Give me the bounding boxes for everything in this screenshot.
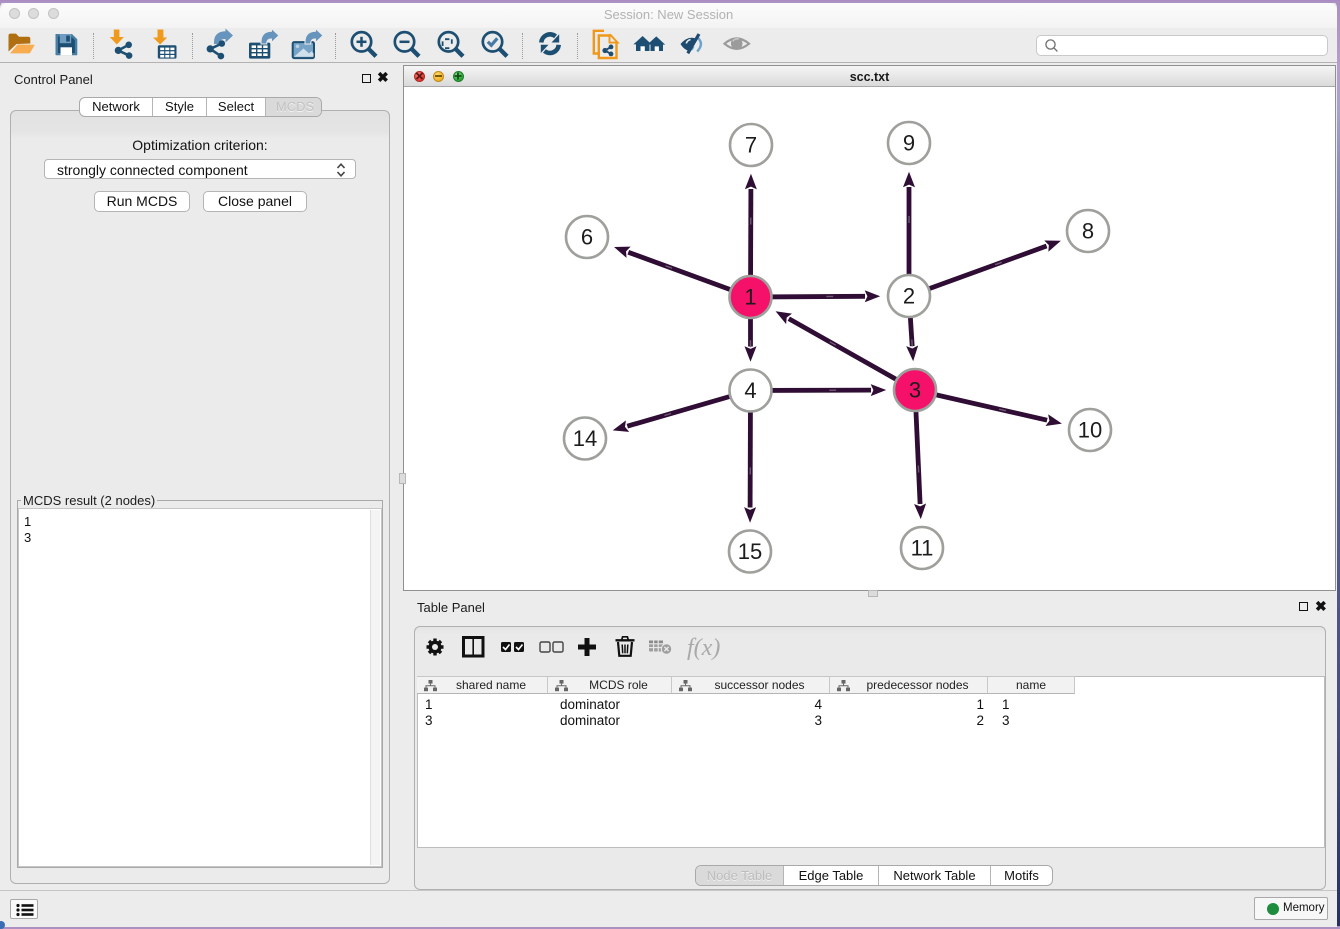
svg-text:2: 2 xyxy=(903,284,915,309)
svg-text:4: 4 xyxy=(744,378,756,403)
svg-text:7: 7 xyxy=(745,133,757,158)
svg-text:8: 8 xyxy=(1082,219,1094,244)
svg-text:f(x): f(x) xyxy=(687,635,720,661)
svg-text:11: 11 xyxy=(911,536,934,561)
svg-text:15: 15 xyxy=(738,539,762,564)
svg-text:6: 6 xyxy=(581,225,593,250)
svg-text:9: 9 xyxy=(903,131,915,156)
svg-text:10: 10 xyxy=(1078,418,1102,443)
svg-text:14: 14 xyxy=(573,426,597,451)
svg-text:3: 3 xyxy=(909,378,921,403)
svg-text:1: 1 xyxy=(744,285,756,310)
